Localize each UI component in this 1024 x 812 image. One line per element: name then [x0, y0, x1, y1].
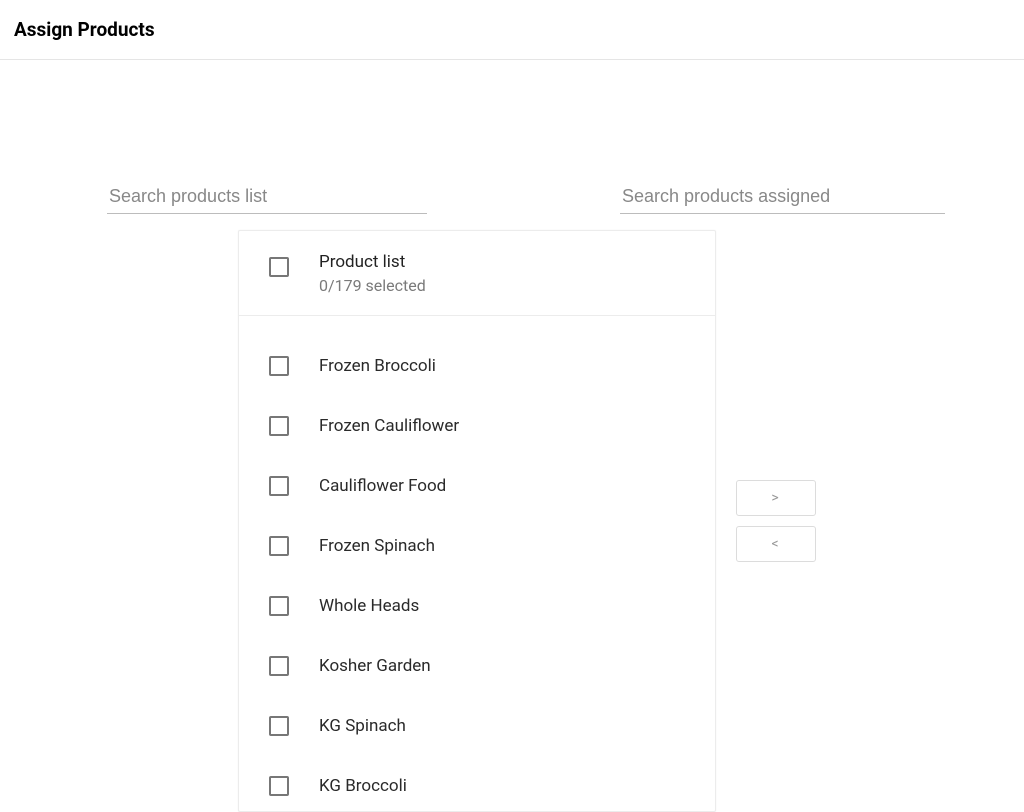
content-area: Product list 0/179 selected Frozen Brocc…	[0, 60, 1024, 116]
item-checkbox[interactable]	[269, 596, 289, 616]
transfer-buttons: > <	[736, 480, 816, 562]
search-products-assigned-input[interactable]	[620, 180, 945, 214]
item-label: Frozen Spinach	[319, 536, 435, 556]
item-checkbox[interactable]	[269, 476, 289, 496]
unassign-button[interactable]: <	[736, 526, 816, 562]
product-list-body[interactable]: Frozen Broccoli Frozen Cauliflower Caulifl…	[239, 316, 715, 811]
page-header: Assign Products	[0, 0, 1024, 60]
item-checkbox[interactable]	[269, 656, 289, 676]
chevron-left-icon: <	[771, 536, 780, 552]
item-checkbox[interactable]	[269, 416, 289, 436]
item-label: Frozen Broccoli	[319, 356, 436, 376]
list-item[interactable]: KG Broccoli	[239, 756, 715, 811]
list-item[interactable]: Whole Heads	[239, 576, 715, 636]
chevron-right-icon: >	[771, 490, 780, 506]
page-title: Assign Products	[14, 18, 155, 41]
item-label: Kosher Garden	[319, 656, 431, 676]
list-item[interactable]: Frozen Cauliflower	[239, 396, 715, 456]
item-label: KG Spinach	[319, 716, 406, 736]
select-all-checkbox[interactable]	[269, 257, 289, 277]
product-list-selected-count: 0/179 selected	[319, 275, 426, 297]
item-checkbox[interactable]	[269, 536, 289, 556]
item-label: Cauliflower Food	[319, 476, 446, 496]
item-checkbox[interactable]	[269, 716, 289, 736]
item-checkbox[interactable]	[269, 356, 289, 376]
search-products-list-input[interactable]	[107, 180, 427, 214]
list-item[interactable]: Cauliflower Food	[239, 456, 715, 516]
list-item[interactable]: KG Spinach	[239, 696, 715, 756]
product-list-header-text: Product list 0/179 selected	[319, 251, 426, 297]
list-item[interactable]: Frozen Broccoli	[239, 336, 715, 396]
product-list-panel: Product list 0/179 selected Frozen Brocc…	[238, 230, 716, 812]
item-checkbox[interactable]	[269, 776, 289, 796]
assign-button[interactable]: >	[736, 480, 816, 516]
item-label: Whole Heads	[319, 596, 419, 616]
list-item[interactable]: Frozen Spinach	[239, 516, 715, 576]
item-label: Frozen Cauliflower	[319, 416, 459, 436]
list-item[interactable]: Kosher Garden	[239, 636, 715, 696]
product-list-header: Product list 0/179 selected	[239, 231, 715, 316]
item-label: KG Broccoli	[319, 776, 407, 796]
product-list-title: Product list	[319, 251, 426, 275]
